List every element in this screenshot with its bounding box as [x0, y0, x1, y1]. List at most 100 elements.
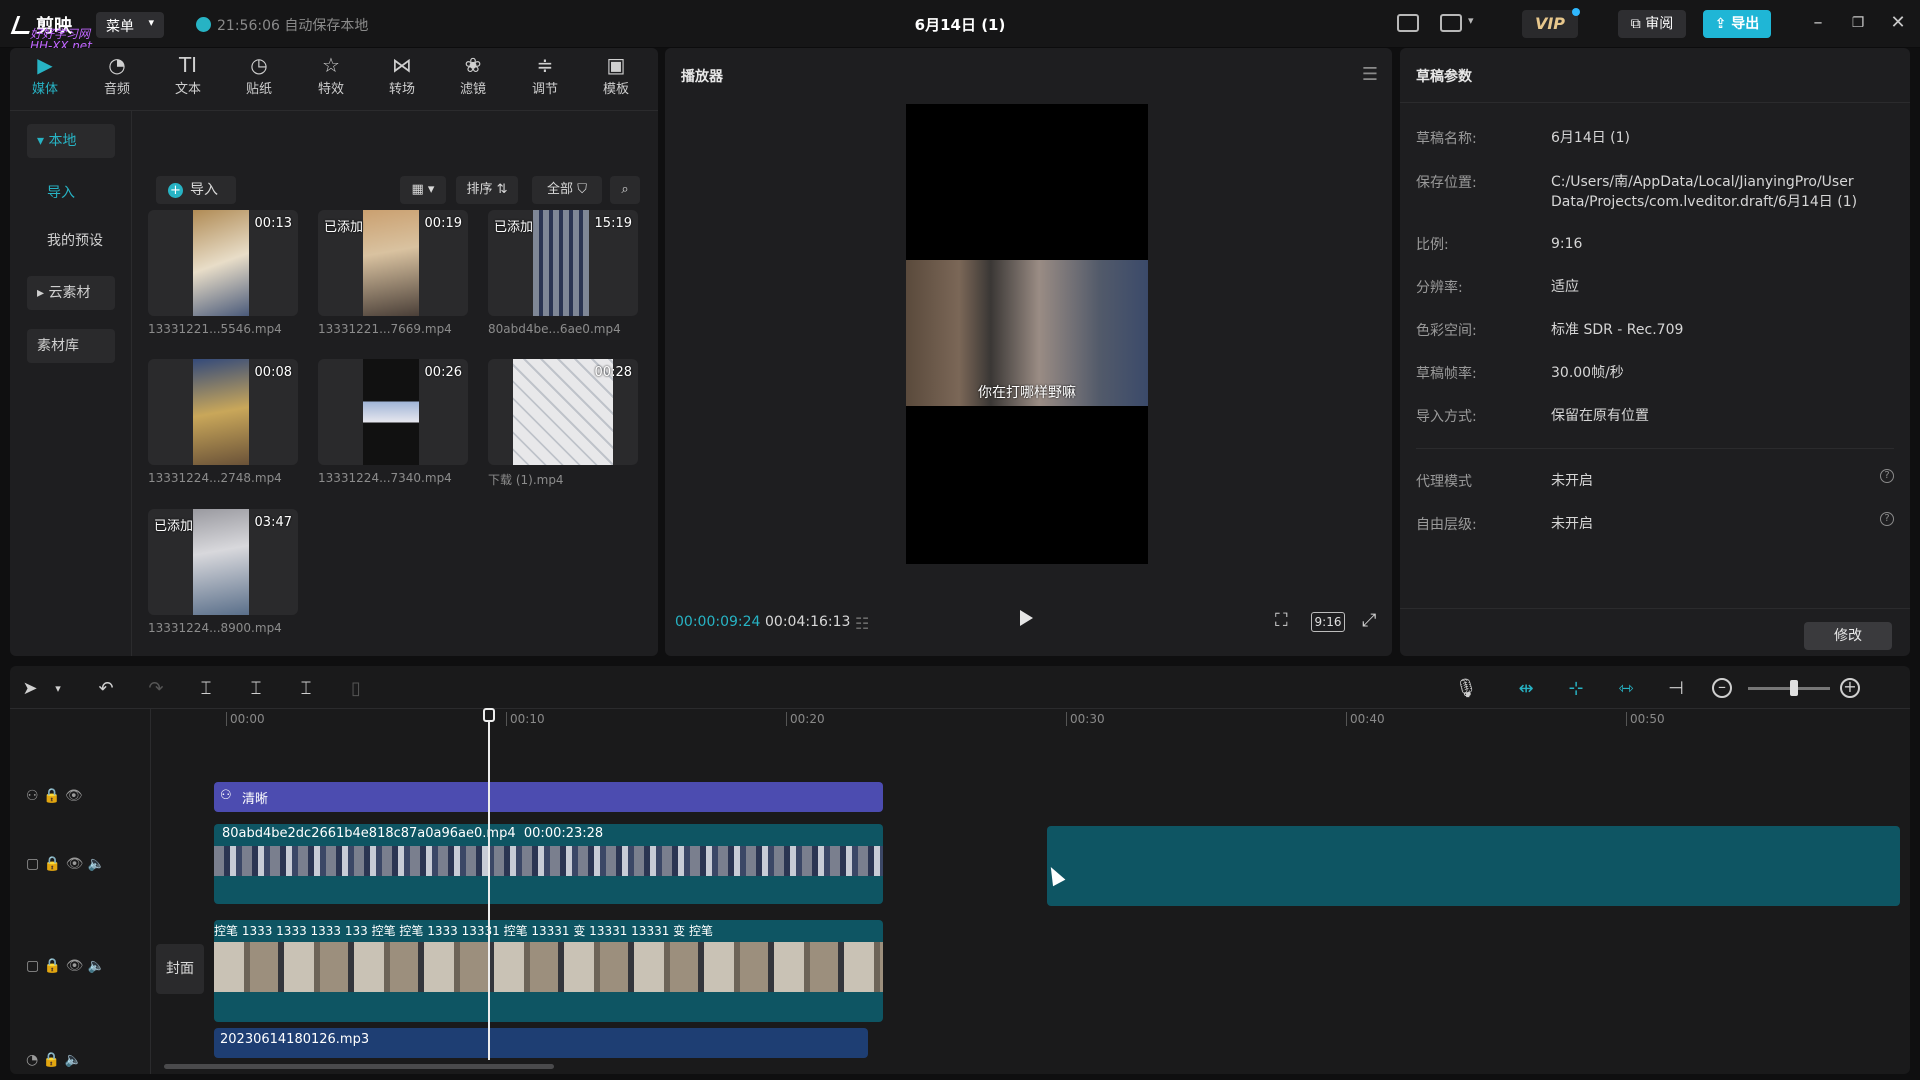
review-button[interactable]: ⧉ 审阅: [1618, 10, 1686, 38]
zoom-slider-track[interactable]: [1748, 687, 1830, 690]
tab-label: 媒体: [31, 82, 58, 97]
empty-track-highlight[interactable]: [1047, 826, 1900, 906]
playhead[interactable]: [488, 708, 490, 1060]
aspect-ratio-button[interactable]: 9:16: [1311, 612, 1345, 632]
nav-presets[interactable]: 我的预设: [37, 224, 125, 258]
auto-snap-icon[interactable]: ⊹: [1564, 678, 1588, 699]
timeline-scrollbar[interactable]: [164, 1064, 554, 1069]
video-clip-frames: [214, 846, 883, 876]
tab-filter[interactable]: ❀ 滤镜: [438, 52, 508, 104]
play-icon[interactable]: [1020, 610, 1033, 626]
select-mode-chevron-icon[interactable]: ▾: [46, 682, 70, 695]
title-bar: 剪映 好好学习网 HH-XX.net 菜单 ▾ 21:56:06 自动保存本地 6月…: [0, 0, 1920, 52]
lock-icon[interactable]: 🔒: [43, 1052, 60, 1068]
undo-icon[interactable]: ↶: [94, 678, 118, 699]
autosave-text: 21:56:06 自动保存本地: [217, 18, 369, 34]
microphone-icon[interactable]: 🎙: [1454, 678, 1478, 699]
prop-key: 自由层级:: [1416, 517, 1477, 533]
main-clip-labels: 控笔 1333 1333 1333 133 控笔 控笔 1333 13331 控…: [214, 924, 713, 938]
help-icon[interactable]: ?: [1880, 512, 1894, 526]
view-toggle[interactable]: ▦ ▾: [400, 176, 446, 204]
lock-icon[interactable]: 🔒: [44, 958, 61, 974]
close-icon[interactable]: ✕: [1886, 12, 1910, 33]
delete-icon[interactable]: ▯: [344, 678, 368, 699]
search-button[interactable]: ⌕: [610, 176, 640, 204]
video-clip[interactable]: 80abd4be2dc2661b4e818c87a0a96ae0.mp4 00:…: [214, 824, 883, 904]
preview-axis-icon[interactable]: ⊣: [1664, 678, 1688, 699]
zoom-in-icon[interactable]: +: [1840, 678, 1860, 698]
nav-cloud-label: 云素材: [48, 285, 91, 301]
trim-left-icon[interactable]: ⌶: [244, 678, 268, 699]
tab-template[interactable]: ▣ 模板: [581, 52, 651, 104]
nav-library[interactable]: 素材库: [27, 329, 115, 363]
eye-icon[interactable]: 👁: [61, 958, 84, 974]
select-tool-icon[interactable]: ➤: [18, 678, 42, 699]
tab-transition[interactable]: ⋈ 转场: [367, 52, 437, 104]
lock-icon[interactable]: 🔒: [43, 788, 60, 804]
player-menu-icon[interactable]: ☰: [1362, 64, 1378, 85]
funnel-icon: ⛉: [573, 182, 587, 197]
nav-cloud[interactable]: ▸ 云素材: [27, 276, 115, 310]
main-track-magnet-icon[interactable]: ⇹: [1514, 678, 1538, 699]
audio-icon: ◔: [108, 53, 126, 77]
fullscreen-icon[interactable]: ⤢: [1362, 610, 1376, 631]
lock-icon[interactable]: 🔒: [44, 856, 61, 872]
filter-button[interactable]: 全部 ⛉: [532, 176, 602, 204]
minimize-icon[interactable]: –: [1806, 12, 1830, 33]
volume-icon[interactable]: 🔈: [83, 958, 105, 974]
redo-icon[interactable]: ↷: [144, 678, 168, 699]
video-preview[interactable]: 你在打哪样野嘛: [906, 104, 1148, 564]
media-card[interactable]: 已添加 00:19 13331221...7669.mp4: [318, 210, 468, 336]
props-section-divider: [1416, 448, 1894, 449]
sort-button[interactable]: 排序 ⇅: [456, 176, 518, 204]
filter-clip[interactable]: ⚇ 清晰: [214, 782, 883, 812]
import-button[interactable]: + 导入: [156, 176, 236, 204]
eye-icon[interactable]: 👁: [60, 788, 83, 804]
shortcut-keyboard-icon[interactable]: [1397, 14, 1419, 32]
eye-icon[interactable]: 👁: [61, 856, 84, 872]
nav-import[interactable]: 导入: [37, 176, 125, 210]
filter-label: 全部: [547, 182, 574, 197]
timecode-grid-icon[interactable]: ☷: [855, 614, 869, 633]
media-card[interactable]: 00:28 下载 (1).mp4: [488, 359, 638, 488]
modify-button[interactable]: 修改: [1804, 622, 1892, 650]
trim-right-icon[interactable]: ⌶: [294, 678, 318, 699]
volume-icon[interactable]: 🔈: [60, 1052, 82, 1068]
tab-adjust[interactable]: ≑ 调节: [510, 52, 580, 104]
props-title: 草稿参数: [1416, 69, 1472, 85]
volume-icon[interactable]: 🔈: [83, 856, 105, 872]
media-card[interactable]: 00:08 13331224...2748.mp4: [148, 359, 298, 485]
media-card[interactable]: 已添加 15:19 80abd4be...6ae0.mp4: [488, 210, 638, 336]
vip-badge[interactable]: VIP: [1522, 8, 1580, 38]
nav-local[interactable]: ▾ 本地: [27, 124, 115, 158]
help-icon[interactable]: ?: [1880, 469, 1894, 483]
media-card[interactable]: 00:13 13331221...5546.mp4: [148, 210, 298, 336]
tab-text[interactable]: TI 文本: [153, 52, 223, 104]
sticker-icon: ◷: [250, 53, 268, 77]
export-button[interactable]: ⇪ 导出: [1703, 10, 1771, 38]
zoom-slider-handle[interactable]: [1790, 680, 1798, 696]
split-icon[interactable]: ⌶: [194, 678, 218, 699]
main-track-clips[interactable]: 控笔 1333 1333 1333 133 控笔 控笔 1333 13331 控…: [214, 920, 883, 1022]
player-panel: 播放器 ☰ 你在打哪样野嘛 00:00:09:24 00:04:16:13 ☷ …: [665, 48, 1392, 656]
layout-icon[interactable]: [1440, 14, 1462, 32]
tab-sticker[interactable]: ◷ 贴纸: [224, 52, 294, 104]
nav-local-label: 本地: [48, 133, 77, 149]
restore-icon[interactable]: ❐: [1846, 15, 1870, 31]
main-track-controls: ▢ 🔒 👁 🔈: [26, 958, 105, 974]
playhead-handle[interactable]: [483, 708, 495, 722]
linkage-icon[interactable]: ⇿: [1614, 678, 1638, 699]
timeline-ruler[interactable]: 00:00 00:10 00:20 00:30 00:40 00:50: [176, 706, 1910, 730]
cover-button[interactable]: 封面: [156, 944, 204, 994]
audio-clip[interactable]: 20230614180126.mp3: [214, 1028, 868, 1058]
layout-chevron-icon[interactable]: ▾: [1468, 14, 1474, 27]
tab-effects[interactable]: ☆ 特效: [296, 52, 366, 104]
tab-audio[interactable]: ◔ 音频: [82, 52, 152, 104]
tab-media[interactable]: ▶ 媒体: [10, 52, 80, 104]
media-card[interactable]: 00:26 13331224...7340.mp4: [318, 359, 468, 485]
menu-button[interactable]: 菜单 ▾: [96, 12, 164, 38]
tool-tabs: ▶ 媒体 ◔ 音频 TI 文本 ◷ 贴纸 ☆ 特效 ⋈ 转场 ❀ 滤镜 ≑ 调节 ▣ 模板: [10, 48, 658, 104]
fit-screen-icon[interactable]: ⛶: [1275, 610, 1288, 631]
media-card[interactable]: 已添加 03:47 13331224...8900.mp4: [148, 509, 298, 635]
zoom-out-icon[interactable]: –: [1712, 678, 1732, 698]
